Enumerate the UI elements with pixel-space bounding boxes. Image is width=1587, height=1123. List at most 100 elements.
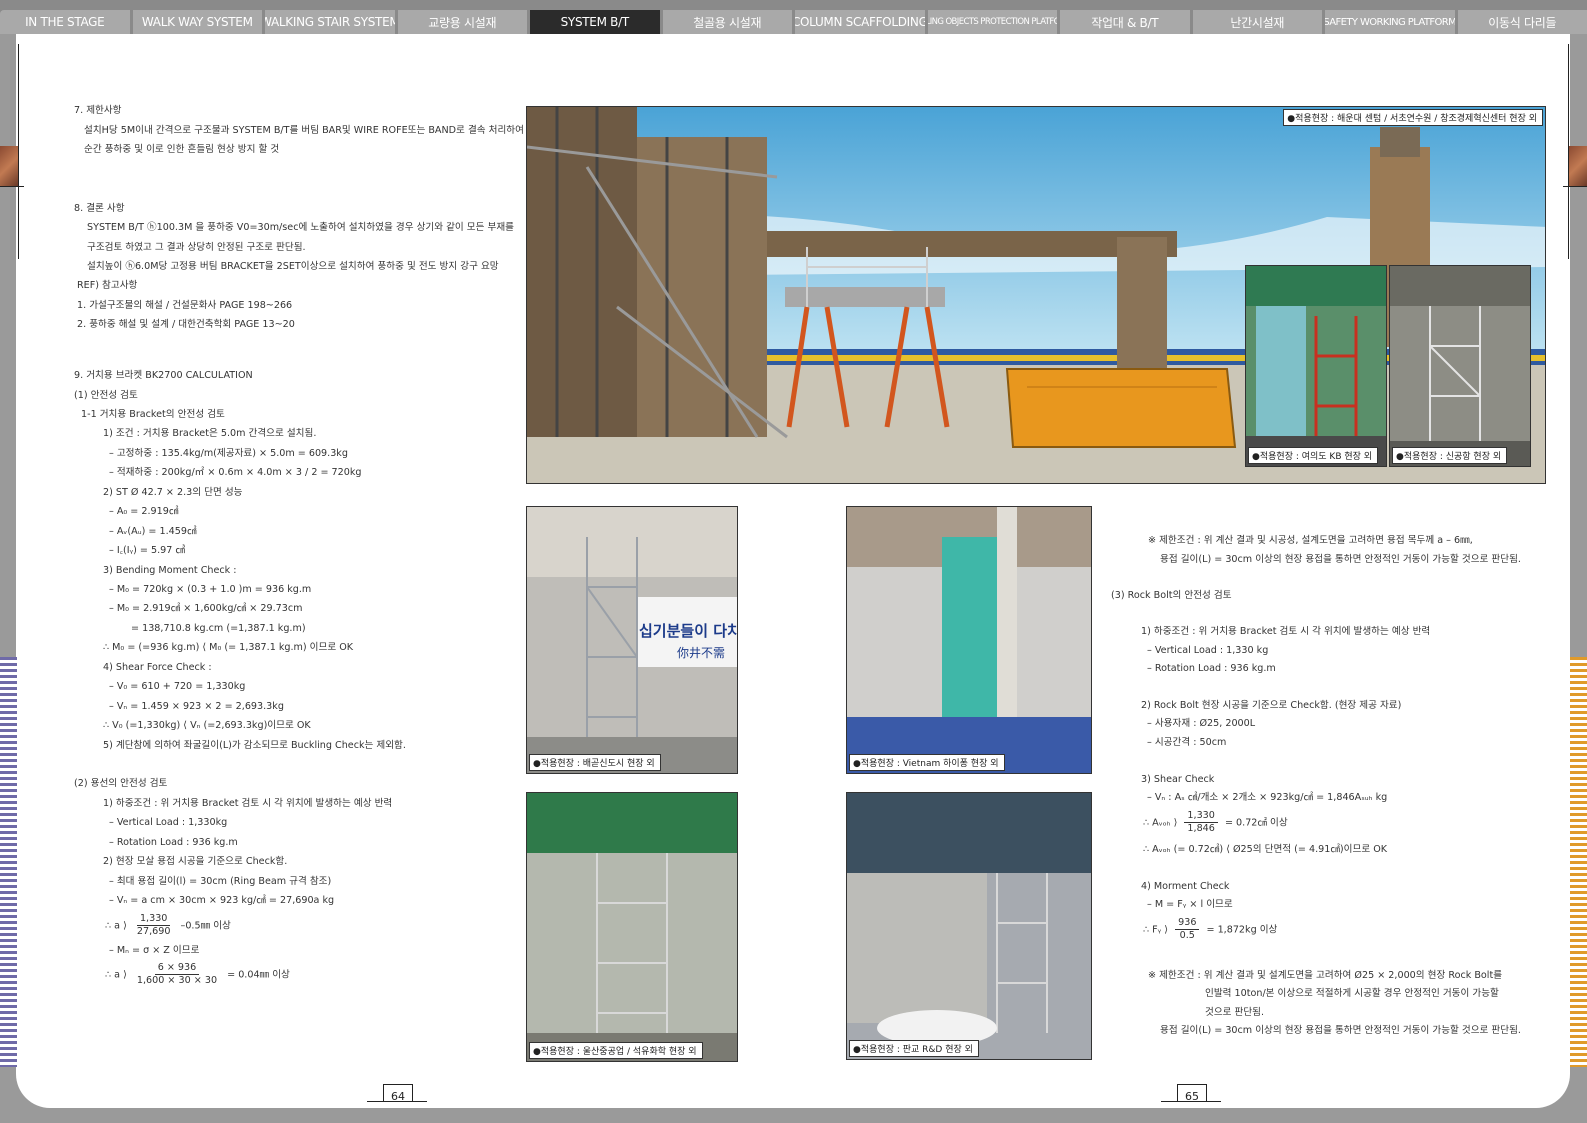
site-photo-baegot: 십기분들이 다치 你井不需 ●적용현장 : 배곧신도시 현장 외 xyxy=(526,506,738,774)
text-line: 1. 가설구조물의 해설 / 건설문화사 PAGE 198~266 xyxy=(77,300,293,311)
text-line: – M = Fᵧ × l 이므로 xyxy=(1147,899,1233,910)
banner-text: 你井不需 xyxy=(677,646,726,660)
photo-caption: ●적용현장 : 배곧신도시 현장 외 xyxy=(529,754,661,771)
inset-photo-airport: ●적용현장 : 신공항 현장 외 xyxy=(1389,265,1531,467)
text-line: 1-1 거치용 Bracket의 안전성 검토 xyxy=(81,409,225,420)
tab-work-platform-bt[interactable]: 작업대 & B/T xyxy=(1060,10,1190,34)
text-line: 5) 계단참에 의하여 좌굴길이(L)가 감소되므로 Buckling Chec… xyxy=(103,740,406,751)
tab-walking-stair-system[interactable]: WALKING STAIR SYSTEM xyxy=(265,10,395,34)
tab-railing-equipment[interactable]: 난간시설재 xyxy=(1192,10,1322,34)
formula-line: ∴ a ⟩ 6 × 936 1,600 × 30 × 30 = 0.04㎜ 이상 xyxy=(105,962,290,989)
tab-system-bt[interactable]: SYSTEM B/T xyxy=(530,10,660,34)
page-number-right: 65 xyxy=(1185,1090,1199,1103)
text-line: – Vertical Load : 1,330kg xyxy=(109,817,228,828)
text-line: ∴ a ⟩ xyxy=(105,920,127,932)
text-line: 1) 하중조건 : 위 거치용 Bracket 검토 시 각 위치에 발생하는 … xyxy=(103,798,393,809)
photo-caption: ●적용현장 : 판교 R&D 현장 외 xyxy=(849,1040,979,1057)
text-line: – Rotation Load : 936 kg.m xyxy=(109,837,238,848)
tab-steel-equipment[interactable]: 철골용 시설재 xyxy=(662,10,792,34)
photo-caption: ●적용현장 : 해운대 센텀 / 서초연수원 / 창조경제혁신센터 현장 외 xyxy=(1283,109,1543,126)
text-line: 구조검토 하였고 그 결과 상당히 안정된 구조로 판단됨. xyxy=(87,242,306,253)
text-line: – Aᵥ(Aᵤ) = 1.459㎠ xyxy=(109,526,197,537)
section-8-title: 8. 결론 사항 xyxy=(74,203,125,214)
text-line: – Vertical Load : 1,330 kg xyxy=(1147,645,1269,656)
text-line: 2. 풍하중 해설 및 설계 / 대한건축학회 PAGE 13~20 xyxy=(77,319,295,330)
formula-line: ∴ Fᵧ ⟩ 936 0.5 = 1,872kg 이상 xyxy=(1143,917,1277,944)
text-line: 순간 풍하중 및 이로 인한 흔들림 현상 방지 할 것 xyxy=(84,144,280,155)
text-line: (2) 용선의 안전성 검토 xyxy=(74,778,168,789)
numerator: 1,330 xyxy=(1184,810,1218,823)
inset-image xyxy=(1246,266,1386,466)
denominator: 0.5 xyxy=(1179,930,1195,941)
text-line: – M₀ = 720kg × (0.3 + 1.0 )m = 936 kg.m xyxy=(109,584,312,595)
text-line: – 적재하중 : 200kg/㎡ × 0.6m × 4.0m × 3 / 2 =… xyxy=(109,467,362,478)
text-line: 4) Morment Check xyxy=(1141,881,1230,892)
text-line: = 0.72㎠ 이상 xyxy=(1224,817,1288,829)
tab-in-the-stage[interactable]: IN THE STAGE xyxy=(0,10,130,34)
numerator: 936 xyxy=(1175,917,1200,930)
site-image xyxy=(847,793,1091,1059)
text-line: ※ 제한조건 : 위 계산 결과 및 설계도면을 고려하여 Ø25 × 2,00… xyxy=(1148,970,1503,981)
text-line: ∴ a ⟩ xyxy=(105,969,127,981)
edge-stripes-purple xyxy=(0,657,17,1067)
text-line: – Vₙ = a cm × 30cm × 923 kg/㎠ = 27,690a … xyxy=(109,895,335,906)
numerator: 1,330 xyxy=(136,913,171,926)
text-line: = 1,872kg 이상 xyxy=(1206,924,1278,936)
text-line: – Mₙ = σ × Z 이므로 xyxy=(109,945,200,956)
text-line: 4) Shear Force Check : xyxy=(103,662,212,673)
text-line: ∴ M₀ = (=936 kg.m) ⟨ M₀ (= 1,387.1 kg.m)… xyxy=(103,642,354,653)
text-line: – Rotation Load : 936 kg.m xyxy=(1147,663,1276,674)
inset-photo-yeouido: ●적용현장 : 여의도 KB 현장 외 xyxy=(1245,265,1387,467)
text-line: REF) 참고사항 xyxy=(77,280,138,291)
text-line: – 사용자재 : Ø25, 2000L xyxy=(1147,718,1256,729)
tab-falling-objects-platform[interactable]: FALLING OBJECTS PROTECTION PLATFORM xyxy=(927,10,1057,34)
edge-photo-strip xyxy=(1569,146,1587,186)
text-line: –0.5㎜ 이상 xyxy=(180,920,231,932)
text-line: – Vₙ = 1.459 × 923 × 2 = 2,693.3kg xyxy=(109,701,284,712)
text-line: 2) 현장 모살 용접 시공을 기준으로 Check함. xyxy=(103,856,288,867)
text-line: 용접 길이(L) = 30cm 이상의 현장 용접을 통하면 안정적인 거동이 … xyxy=(1160,1025,1521,1036)
text-line: 3) Bending Moment Check : xyxy=(103,565,237,576)
tab-walk-way-system[interactable]: WALK WAY SYSTEM xyxy=(132,10,262,34)
text-line: ∴ Fᵧ ⟩ xyxy=(1143,924,1169,936)
page-number-left: 64 xyxy=(391,1090,405,1103)
site-image xyxy=(527,793,737,1061)
text-line: 3) Shear Check xyxy=(1141,774,1215,785)
text-line: – 최대 용접 길이(l) = 30cm (Ring Beam 규격 참조) xyxy=(109,876,332,887)
tab-bridge-equipment[interactable]: 교량용 시설재 xyxy=(397,10,527,34)
denominator: 1,600 × 30 × 30 xyxy=(136,975,218,986)
text-line: – 고정하중 : 135.4kg/m(제공자료) × 5.0m = 609.3k… xyxy=(109,448,348,459)
text-line: – M₀ = 2.919㎠ × 1,600kg/㎠ × 29.73cm xyxy=(109,603,303,614)
tab-mobile-ladder[interactable]: 이동식 다리들 xyxy=(1457,10,1587,34)
fraction: 1,330 27,690 xyxy=(134,913,174,938)
photo-caption: ●적용현장 : 신공항 현장 외 xyxy=(1392,447,1508,464)
text-line: ※ 제한조건 : 위 계산 결과 및 시공성, 설계도면을 고려하면 용접 목두… xyxy=(1148,535,1473,546)
text-line: (3) Rock Bolt의 안전성 검토 xyxy=(1111,590,1232,601)
text-line: ∴ Aᵥₒₕ ⟩ xyxy=(1143,817,1178,829)
site-photo-pangyo: ●적용현장 : 판교 R&D 현장 외 xyxy=(846,792,1092,1060)
text-line: – A₀ = 2.919㎠ xyxy=(109,506,179,517)
text-line: 것으로 판단됨. xyxy=(1205,1007,1265,1018)
site-photo-vietnam: ●적용현장 : Vietnam 하이퐁 현장 외 xyxy=(846,506,1092,774)
text-line: 설치H당 5M이내 간격으로 구조물과 SYSTEM B/T를 버팀 BAR및 … xyxy=(84,125,524,136)
text-line: – Vₙ : Aₛ ㎠/개소 × 2개소 × 923kg/㎠ = 1,846Aₛ… xyxy=(1147,792,1388,803)
text-line: 용접 길이(L) = 30cm 이상의 현장 용접을 통하면 안정적인 거동이 … xyxy=(1160,554,1521,565)
crop-mark xyxy=(1563,186,1587,187)
inset-image xyxy=(1390,266,1530,466)
formula-line: ∴ a ⟩ 1,330 27,690 –0.5㎜ 이상 xyxy=(105,913,231,940)
tab-column-scaffolding[interactable]: COLUMN SCAFFOLDING xyxy=(795,10,925,34)
fraction: 1,330 1,846 xyxy=(1184,810,1218,835)
photo-caption: ●적용현장 : 울산중공업 / 석유화학 현장 외 xyxy=(529,1042,703,1059)
formula-line: ∴ Aᵥₒₕ ⟩ 1,330 1,846 = 0.72㎠ 이상 xyxy=(1143,810,1288,837)
main-site-photo: ●적용현장 : 해운대 센텀 / 서초연수원 / 창조경제혁신센터 현장 외 ●… xyxy=(526,106,1546,484)
denominator: 27,690 xyxy=(136,926,171,937)
text-line: – I꜀(Iᵧ) = 5.97 ㎤ xyxy=(109,545,186,556)
tab-safety-working-platform[interactable]: SAFETY WORKING PLATFORM xyxy=(1325,10,1455,34)
edge-photo-strip xyxy=(0,146,18,186)
text-line: (1) 안전성 검토 xyxy=(74,390,138,401)
crop-mark xyxy=(18,44,19,259)
text-line: 인발력 10ton/본 이상으로 적절하게 시공할 경우 안정적인 거동이 가능… xyxy=(1205,988,1499,999)
fraction: 6 × 936 1,600 × 30 × 30 xyxy=(134,962,220,987)
fraction: 936 0.5 xyxy=(1175,917,1200,942)
text-line: – V₀ = 610 + 720 = 1,330kg xyxy=(109,681,246,692)
